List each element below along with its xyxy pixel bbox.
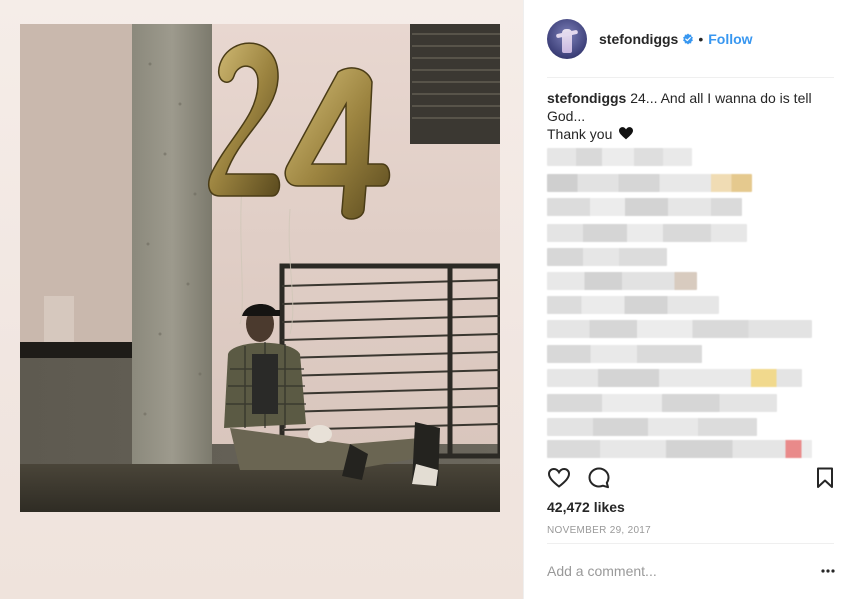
caption-username[interactable]: stefondiggs xyxy=(547,90,626,106)
post-date[interactable]: NOVEMBER 29, 2017 xyxy=(547,525,651,536)
blurred-comment xyxy=(547,272,697,290)
blurred-comment xyxy=(547,320,812,338)
post-sidebar: stefondiggs • Follow stefondiggs 24... A… xyxy=(523,0,850,599)
polaroid-card xyxy=(0,0,523,599)
separator-dot: • xyxy=(698,31,704,47)
blurred-comment xyxy=(547,224,747,242)
blurred-comment xyxy=(547,369,802,387)
caption-text-line2: Thank you xyxy=(547,126,613,142)
post-caption: stefondiggs 24... And all I wanna do is … xyxy=(547,89,837,143)
bookmark-icon[interactable] xyxy=(813,466,837,490)
comment-divider xyxy=(547,543,834,544)
heart-outline-icon[interactable] xyxy=(547,466,571,490)
header-divider xyxy=(547,77,834,78)
action-bar xyxy=(547,465,837,491)
birthday-photo-illustration xyxy=(20,24,500,512)
post-photo[interactable] xyxy=(20,24,500,512)
comment-input[interactable] xyxy=(547,560,807,582)
blurred-comment xyxy=(547,198,742,216)
blurred-comment xyxy=(547,296,719,314)
blurred-comment xyxy=(547,440,812,458)
like-count[interactable]: 42,472 likes xyxy=(547,499,625,515)
follow-button[interactable]: Follow xyxy=(708,31,752,47)
author-username[interactable]: stefondiggs xyxy=(599,31,678,47)
avatar-figure xyxy=(562,29,572,53)
ellipsis-icon[interactable] xyxy=(820,563,836,579)
avatar[interactable] xyxy=(547,19,587,59)
black-heart-emoji xyxy=(619,127,634,140)
blurred-comment xyxy=(547,148,692,166)
blurred-comment xyxy=(547,174,752,192)
verified-badge-icon xyxy=(683,33,694,45)
blurred-comment xyxy=(547,394,777,412)
blurred-comment xyxy=(547,345,702,363)
post-header: stefondiggs • Follow xyxy=(524,0,850,78)
blurred-comment xyxy=(547,248,667,266)
blurred-comment xyxy=(547,418,757,436)
post-photo-pane xyxy=(0,0,523,599)
speech-bubble-icon[interactable] xyxy=(587,466,611,490)
